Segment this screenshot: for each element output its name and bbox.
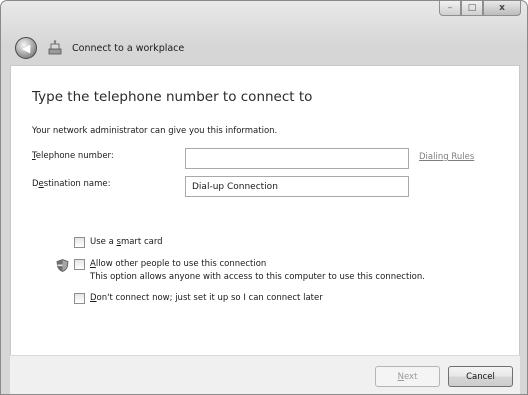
wizard-footer: Next Cancel [10,355,520,394]
destination-label-text: stination name: [43,179,111,189]
back-button[interactable]: ◀ [15,37,37,59]
uac-shield-icon [56,259,69,272]
allow-others-label[interactable]: Allow other people to use this connectio… [90,259,425,270]
connect-later-checkbox[interactable] [74,293,85,304]
smart-card-option[interactable]: Use a smart card [74,237,163,248]
wizard-content: Type the telephone number to connect to … [10,65,520,355]
telephone-label-text: elephone number: [35,151,114,161]
destination-name-label: Destination name: [32,179,110,189]
allow-others-label-text: llow other people to use this connection [95,259,267,269]
maximize-button[interactable]: □ [461,1,483,16]
smart-card-label-text: mart card [120,237,163,247]
workplace-network-icon [47,40,63,56]
dialing-rules-link[interactable]: Dialing Rules [419,152,474,162]
connect-later-label[interactable]: Don't connect now; just set it up so I c… [90,293,323,304]
info-text: Your network administrator can give you … [32,126,278,136]
next-label-text: ext [403,371,418,382]
smart-card-checkbox[interactable] [74,237,85,248]
connect-later-option[interactable]: Don't connect now; just set it up so I c… [74,293,323,304]
destination-name-input[interactable] [185,176,409,197]
cancel-button[interactable]: Cancel [448,366,513,387]
smart-card-label-pre: Use a [90,237,117,247]
allow-others-option[interactable]: Allow other people to use this connectio… [74,259,425,283]
smart-card-label[interactable]: Use a smart card [90,237,163,248]
wizard-title: Connect to a workplace [72,42,185,54]
allow-others-description: This option allows anyone with access to… [90,272,425,282]
wizard-title-bar: ◀ Connect to a workplace [1,34,527,62]
page-heading: Type the telephone number to connect to [32,89,313,105]
minimize-button[interactable]: – [439,1,461,16]
telephone-number-input[interactable] [185,148,409,169]
back-arrow-icon: ◀ [21,41,31,55]
allow-others-checkbox[interactable] [74,259,85,270]
close-button[interactable]: x [483,1,521,16]
connect-to-workplace-window: – □ x ◀ Connect to a workplace Type the … [0,0,528,395]
telephone-number-label: Telephone number: [32,151,114,161]
next-button[interactable]: Next [375,366,440,387]
caption-buttons: – □ x [439,1,521,16]
connect-later-label-text: on't connect now; just set it up so I ca… [96,293,323,303]
